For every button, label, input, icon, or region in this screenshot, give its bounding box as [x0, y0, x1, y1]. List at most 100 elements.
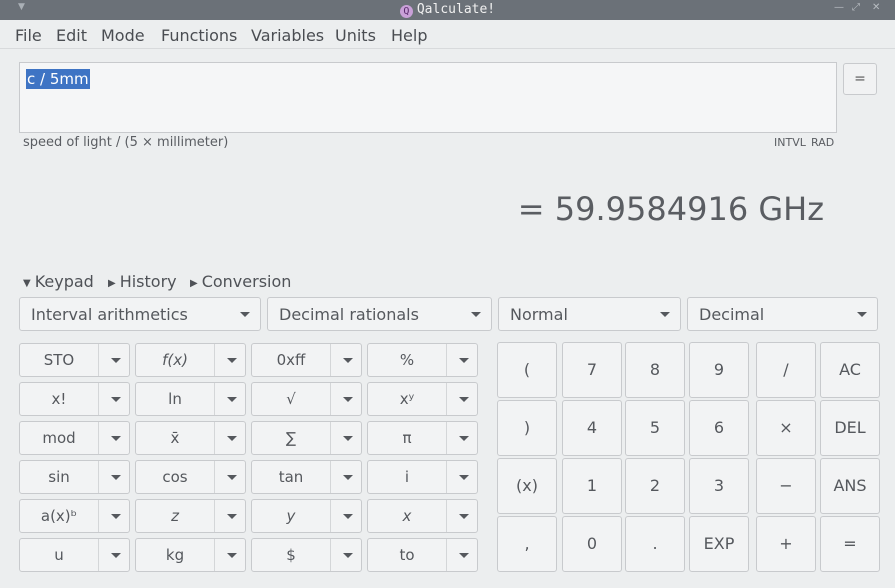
- menu-units[interactable]: Units: [335, 26, 376, 45]
- chevron-down-icon[interactable]: [111, 514, 121, 519]
- keypad-button-label[interactable]: STO: [20, 344, 99, 376]
- keypad-button-label[interactable]: xʸ: [368, 383, 447, 415]
- keypad-button[interactable]: x: [367, 499, 478, 533]
- chevron-down-icon[interactable]: [459, 397, 469, 402]
- numpad-button[interactable]: 9: [689, 342, 749, 398]
- chevron-down-icon[interactable]: [343, 436, 353, 441]
- keypad-button[interactable]: x̄: [135, 421, 246, 455]
- fraction-mode-select[interactable]: Decimal rationals: [267, 297, 492, 331]
- keypad-button[interactable]: u: [19, 538, 130, 572]
- keypad-button[interactable]: cos: [135, 460, 246, 494]
- chevron-down-icon[interactable]: [343, 553, 353, 558]
- keypad-button-label[interactable]: i: [368, 461, 447, 493]
- keypad-button-label[interactable]: mod: [20, 422, 99, 454]
- numpad-button[interactable]: 6: [689, 400, 749, 456]
- numpad-button[interactable]: ×: [756, 400, 816, 456]
- menu-mode[interactable]: Mode: [101, 26, 145, 45]
- numpad-button[interactable]: 3: [689, 458, 749, 514]
- numpad-button[interactable]: 2: [625, 458, 685, 514]
- numpad-button[interactable]: 4: [562, 400, 622, 456]
- chevron-down-icon[interactable]: [459, 553, 469, 558]
- numpad-button[interactable]: =: [820, 516, 880, 572]
- keypad-button-label[interactable]: tan: [252, 461, 331, 493]
- numpad-button[interactable]: ,: [497, 516, 557, 572]
- keypad-button-label[interactable]: √: [252, 383, 331, 415]
- minimize-icon[interactable]: —: [834, 2, 844, 13]
- chevron-down-icon[interactable]: [459, 358, 469, 363]
- keypad-button-label[interactable]: ln: [136, 383, 215, 415]
- keypad-button[interactable]: a(x)ᵇ: [19, 499, 130, 533]
- maximize-icon[interactable]: ⤢: [852, 2, 860, 13]
- keypad-button-label[interactable]: %: [368, 344, 447, 376]
- keypad-button[interactable]: mod: [19, 421, 130, 455]
- keypad-button[interactable]: kg: [135, 538, 246, 572]
- keypad-button-label[interactable]: a(x)ᵇ: [20, 500, 99, 532]
- chevron-down-icon[interactable]: [111, 358, 121, 363]
- menu-functions[interactable]: Functions: [161, 26, 237, 45]
- keypad-button[interactable]: π: [367, 421, 478, 455]
- keypad-button-label[interactable]: x!: [20, 383, 99, 415]
- keypad-button[interactable]: f(x): [135, 343, 246, 377]
- numpad-button[interactable]: /: [756, 342, 816, 398]
- menu-edit[interactable]: Edit: [56, 26, 87, 45]
- chevron-down-icon[interactable]: [227, 436, 237, 441]
- calculate-button[interactable]: =: [843, 63, 877, 95]
- numpad-button[interactable]: 7: [562, 342, 622, 398]
- numpad-button[interactable]: .: [625, 516, 685, 572]
- keypad-button-label[interactable]: to: [368, 539, 447, 571]
- keypad-button[interactable]: tan: [251, 460, 362, 494]
- keypad-button-label[interactable]: sin: [20, 461, 99, 493]
- keypad-button-label[interactable]: cos: [136, 461, 215, 493]
- numpad-button[interactable]: 8: [625, 342, 685, 398]
- chevron-down-icon[interactable]: [227, 475, 237, 480]
- keypad-button[interactable]: z: [135, 499, 246, 533]
- keypad-button[interactable]: xʸ: [367, 382, 478, 416]
- numpad-button[interactable]: ANS: [820, 458, 880, 514]
- chevron-down-icon[interactable]: [343, 514, 353, 519]
- keypad-button[interactable]: x!: [19, 382, 130, 416]
- menu-variables[interactable]: Variables: [251, 26, 324, 45]
- numpad-button[interactable]: DEL: [820, 400, 880, 456]
- numpad-button[interactable]: 1: [562, 458, 622, 514]
- keypad-button[interactable]: sin: [19, 460, 130, 494]
- numpad-button[interactable]: 5: [625, 400, 685, 456]
- keypad-button[interactable]: STO: [19, 343, 130, 377]
- chevron-down-icon[interactable]: [111, 475, 121, 480]
- keypad-button-label[interactable]: y: [252, 500, 331, 532]
- conversion-expander[interactable]: ▶ Conversion: [190, 272, 291, 291]
- interval-mode-select[interactable]: Interval arithmetics: [19, 297, 261, 331]
- chevron-down-icon[interactable]: [343, 358, 353, 363]
- numpad-button[interactable]: (x): [497, 458, 557, 514]
- keypad-button[interactable]: √: [251, 382, 362, 416]
- numpad-button[interactable]: 0: [562, 516, 622, 572]
- chevron-down-icon[interactable]: [343, 397, 353, 402]
- keypad-button[interactable]: y: [251, 499, 362, 533]
- chevron-down-icon[interactable]: [459, 475, 469, 480]
- chevron-down-icon[interactable]: [459, 436, 469, 441]
- close-icon[interactable]: ✕: [872, 2, 880, 13]
- numpad-button[interactable]: −: [756, 458, 816, 514]
- keypad-button-label[interactable]: u: [20, 539, 99, 571]
- numpad-button[interactable]: +: [756, 516, 816, 572]
- numpad-button[interactable]: AC: [820, 342, 880, 398]
- chevron-down-icon[interactable]: [459, 514, 469, 519]
- chevron-down-icon[interactable]: [111, 397, 121, 402]
- chevron-down-icon[interactable]: [227, 553, 237, 558]
- keypad-button[interactable]: ∑: [251, 421, 362, 455]
- keypad-button[interactable]: %: [367, 343, 478, 377]
- expression-text[interactable]: c / 5mm: [26, 69, 90, 89]
- base-mode-select[interactable]: Decimal: [687, 297, 878, 331]
- keypad-button[interactable]: 0xff: [251, 343, 362, 377]
- chevron-down-icon[interactable]: [227, 514, 237, 519]
- keypad-button-label[interactable]: 0xff: [252, 344, 331, 376]
- menu-help[interactable]: Help: [391, 26, 427, 45]
- keypad-button-label[interactable]: z: [136, 500, 215, 532]
- numpad-button[interactable]: (: [497, 342, 557, 398]
- history-expander[interactable]: ▶ History: [108, 272, 177, 291]
- keypad-button[interactable]: ln: [135, 382, 246, 416]
- keypad-button-label[interactable]: π: [368, 422, 447, 454]
- keypad-expander[interactable]: ▼ Keypad: [23, 272, 94, 291]
- keypad-button-label[interactable]: $: [252, 539, 331, 571]
- numpad-button[interactable]: EXP: [689, 516, 749, 572]
- keypad-button[interactable]: to: [367, 538, 478, 572]
